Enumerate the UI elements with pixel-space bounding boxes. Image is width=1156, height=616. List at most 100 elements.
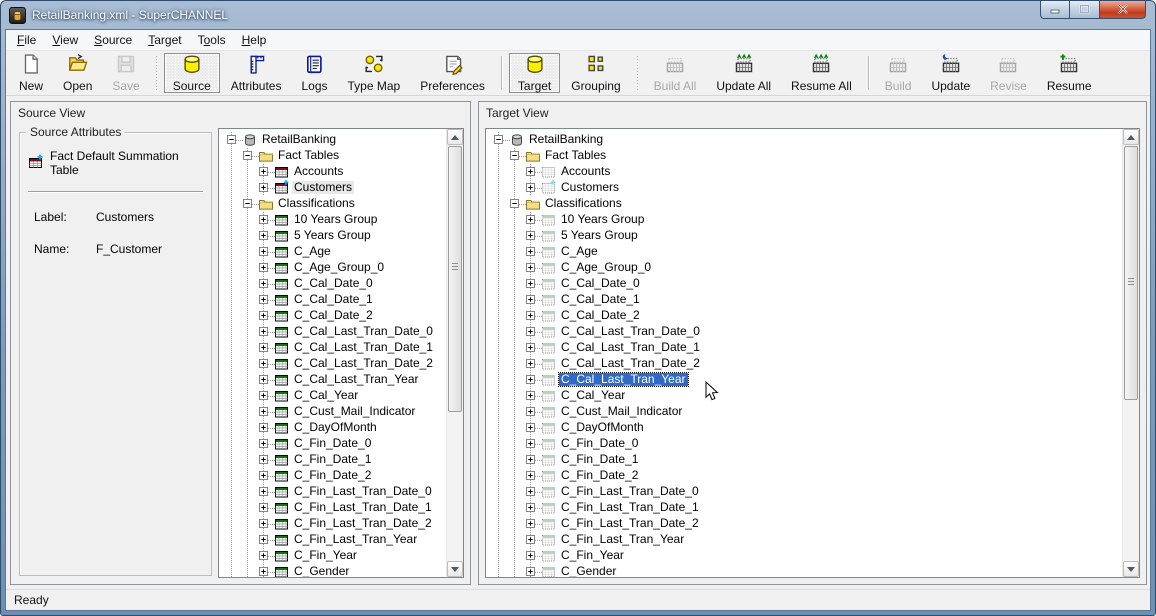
menu-file[interactable]: File (9, 30, 44, 51)
maximize-button[interactable] (1070, 0, 1099, 19)
expand-toggle[interactable] (526, 279, 535, 288)
expand-toggle[interactable] (526, 183, 535, 192)
scroll-thumb[interactable] (1124, 146, 1138, 400)
expand-toggle[interactable] (526, 391, 535, 400)
expand-toggle[interactable] (259, 215, 268, 224)
toolbar-source-button[interactable]: Source (164, 53, 220, 93)
tree-item-label[interactable]: C_Cal_Date_1 (292, 293, 375, 306)
tree-item-label[interactable]: C_Fin_Year (292, 549, 359, 562)
tree-item-label[interactable]: C_DayOfMonth (292, 421, 379, 434)
tree-item-label[interactable]: Customers (559, 181, 621, 194)
tree-item-label[interactable]: C_Cal_Date_0 (292, 277, 375, 290)
minimize-button[interactable] (1040, 0, 1070, 19)
menu-source[interactable]: Source (86, 30, 140, 51)
expand-toggle[interactable] (526, 263, 535, 272)
expand-toggle[interactable] (259, 503, 268, 512)
tree-item-label[interactable]: C_Gender (292, 565, 351, 577)
tree-item-label[interactable]: C_Cal_Last_Tran_Date_1 (292, 341, 435, 354)
expand-toggle[interactable] (259, 567, 268, 576)
expand-toggle[interactable] (526, 295, 535, 304)
expand-toggle[interactable] (259, 247, 268, 256)
expand-toggle[interactable] (259, 327, 268, 336)
expand-toggle[interactable] (526, 247, 535, 256)
collapse-toggle[interactable] (243, 151, 252, 160)
tree-item-label[interactable]: 10 Years Group (292, 213, 379, 226)
expand-toggle[interactable] (259, 455, 268, 464)
scroll-track[interactable] (1123, 145, 1139, 561)
expand-toggle[interactable] (259, 295, 268, 304)
expand-toggle[interactable] (526, 167, 535, 176)
tree-item-label[interactable]: C_Fin_Date_1 (559, 453, 640, 466)
toolbar-resume-all-button[interactable]: Resume All (782, 53, 861, 93)
tree-item-label[interactable]: C_Age (292, 245, 333, 258)
tree-item-label[interactable]: C_Fin_Last_Tran_Date_0 (559, 485, 701, 498)
tree-item-label[interactable]: C_Cal_Last_Tran_Date_0 (559, 325, 702, 338)
expand-toggle[interactable] (526, 535, 535, 544)
tree-item-label[interactable]: C_Fin_Last_Tran_Date_2 (559, 517, 701, 530)
tree-item-label[interactable]: C_Fin_Date_1 (292, 453, 373, 466)
expand-toggle[interactable] (259, 359, 268, 368)
tree-item-label[interactable]: C_Cal_Last_Tran_Year (559, 373, 688, 386)
expand-toggle[interactable] (526, 407, 535, 416)
expand-toggle[interactable] (526, 487, 535, 496)
tree-item-label[interactable]: C_Cal_Date_0 (559, 277, 642, 290)
fact-default-summation-table-button[interactable]: Fact Default Summation Table (28, 149, 203, 177)
tree-item-label[interactable]: Classifications (543, 197, 624, 210)
collapse-toggle[interactable] (243, 199, 252, 208)
tree-item-label[interactable]: C_Cal_Last_Tran_Year (292, 373, 421, 386)
tree-item-label[interactable]: C_Fin_Year (559, 549, 626, 562)
expand-toggle[interactable] (526, 439, 535, 448)
expand-toggle[interactable] (259, 551, 268, 560)
tree-item-label[interactable]: C_Fin_Last_Tran_Year (559, 533, 686, 546)
tree-item-label[interactable]: C_Fin_Date_2 (292, 469, 373, 482)
tree-item-label[interactable]: C_Cal_Date_1 (559, 293, 642, 306)
menu-view[interactable]: View (44, 30, 86, 51)
tree-item-label[interactable]: C_Fin_Last_Tran_Date_0 (292, 485, 434, 498)
expand-toggle[interactable] (526, 215, 535, 224)
tree-item-label[interactable]: 5 Years Group (559, 229, 640, 242)
collapse-toggle[interactable] (510, 151, 519, 160)
expand-toggle[interactable] (259, 311, 268, 320)
menu-tools[interactable]: Tools (190, 30, 234, 51)
expand-toggle[interactable] (259, 471, 268, 480)
toolbar-preferences-button[interactable]: Preferences (411, 53, 494, 93)
expand-toggle[interactable] (259, 263, 268, 272)
expand-toggle[interactable] (259, 343, 268, 352)
tree-item-label[interactable]: Accounts (559, 165, 612, 178)
toolbar-target-button[interactable]: Target (509, 53, 560, 93)
expand-toggle[interactable] (259, 391, 268, 400)
expand-toggle[interactable] (259, 407, 268, 416)
toolbar-resume-button[interactable]: Resume (1038, 53, 1101, 93)
target-tree-scrollbar[interactable] (1122, 129, 1139, 577)
tree-item-label[interactable]: C_Cal_Last_Tran_Date_2 (292, 357, 435, 370)
tree-item-label[interactable]: C_Gender (559, 565, 618, 577)
tree-item-label[interactable]: Classifications (276, 197, 357, 210)
tree-item-label[interactable]: C_Fin_Last_Tran_Date_2 (292, 517, 434, 530)
tree-item-label[interactable]: C_Cal_Date_2 (292, 309, 375, 322)
tree-item-label[interactable]: C_Cal_Date_2 (559, 309, 642, 322)
tree-item-label[interactable]: C_Cust_Mail_Indicator (292, 405, 417, 418)
close-button[interactable] (1099, 0, 1146, 19)
tree-item-label[interactable]: C_Cust_Mail_Indicator (559, 405, 684, 418)
scroll-down-button[interactable] (1123, 561, 1139, 577)
tree-item-label[interactable]: Fact Tables (276, 149, 341, 162)
toolbar-attributes-button[interactable]: Attributes (222, 53, 291, 93)
expand-toggle[interactable] (259, 183, 268, 192)
tree-item-label[interactable]: C_Fin_Last_Tran_Date_1 (559, 501, 701, 514)
expand-toggle[interactable] (259, 279, 268, 288)
tree-item-label[interactable]: C_Age_Group_0 (292, 261, 386, 274)
tree-item-label[interactable]: C_Fin_Date_0 (292, 437, 373, 450)
tree-item-label[interactable]: C_Cal_Last_Tran_Date_0 (292, 325, 435, 338)
expand-toggle[interactable] (259, 231, 268, 240)
expand-toggle[interactable] (526, 471, 535, 480)
toolbar-open-button[interactable]: Open (54, 53, 101, 93)
tree-item-label[interactable]: 10 Years Group (559, 213, 646, 226)
tree-item-label[interactable]: C_Cal_Year (292, 389, 360, 402)
scroll-thumb[interactable] (448, 146, 462, 412)
collapse-toggle[interactable] (510, 199, 519, 208)
tree-item-label[interactable]: C_Fin_Date_2 (559, 469, 640, 482)
tree-item-label[interactable]: RetailBanking (260, 133, 338, 146)
expand-toggle[interactable] (526, 423, 535, 432)
scroll-up-button[interactable] (1123, 129, 1139, 145)
expand-toggle[interactable] (259, 519, 268, 528)
